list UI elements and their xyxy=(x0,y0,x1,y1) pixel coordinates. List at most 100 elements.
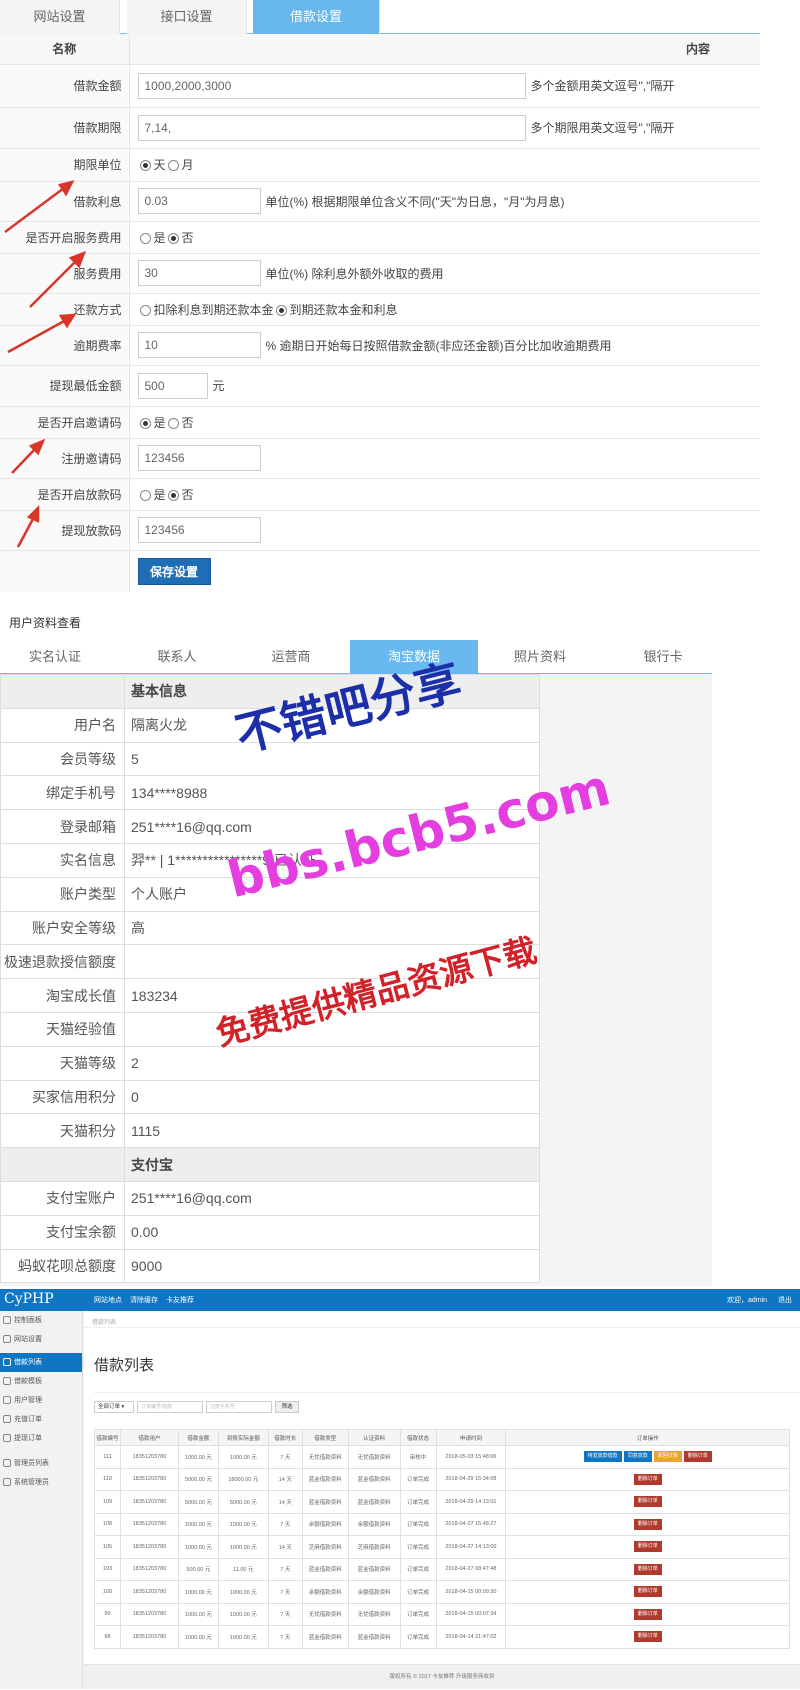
section-spacer xyxy=(0,1147,125,1182)
order-search-input[interactable]: 订单编号/借款 xyxy=(137,1401,203,1413)
filter-button[interactable]: 筛选 xyxy=(275,1401,299,1413)
column-header: 到账实际金额 xyxy=(217,1429,269,1446)
release-radio-yes[interactable] xyxy=(139,489,151,501)
invite-code-label: 注册邀请码 xyxy=(0,438,130,479)
table-cell: 7 天 xyxy=(267,1625,303,1649)
min-withdraw-unit: 元 xyxy=(212,379,225,393)
period-input[interactable]: 7,14, xyxy=(137,114,526,141)
table-cell: 订单完成 xyxy=(399,1625,437,1649)
table-cell: 芝麻借款资料 xyxy=(301,1535,349,1559)
sidebar-item[interactable]: 系统管理员 xyxy=(0,1473,82,1492)
topnav-recommend[interactable]: 卡友推荐 xyxy=(166,1295,194,1305)
invite-code-input[interactable]: 123456 xyxy=(137,445,261,471)
table-cell: 18351203780 xyxy=(119,1535,179,1559)
table-cell: 18351203780 xyxy=(119,1625,179,1649)
admin-logo: CyPHP xyxy=(4,1291,54,1307)
release-yes-label: 是 xyxy=(153,487,166,502)
table-cell: 无忧借款资料 xyxy=(301,1602,349,1626)
table-cell: 1000.00 元 xyxy=(217,1602,269,1626)
tab-contacts[interactable]: 联系人 xyxy=(122,640,232,674)
amount-hint: 多个金额用英文逗号","隔开 xyxy=(530,79,675,93)
topnav-clear-cache[interactable]: 清除缓存 xyxy=(130,1295,158,1305)
profile-row: 账户安全等级高 xyxy=(0,910,540,946)
delete-order-button[interactable]: 删除订单 xyxy=(633,1518,662,1530)
sidebar-item[interactable]: 提现订单 xyxy=(0,1429,82,1448)
table-cell: 7 天 xyxy=(267,1512,303,1536)
logout-link[interactable]: 退出 xyxy=(778,1295,792,1305)
sidebar-item-label: 充值订单 xyxy=(14,1416,42,1423)
order-action-button[interactable]: 待发放款借款 xyxy=(583,1451,622,1463)
table-cell: 7 天 xyxy=(267,1580,303,1604)
unit-radio-month[interactable] xyxy=(167,160,179,172)
tab-loan-settings[interactable]: 借款设置 xyxy=(253,0,380,34)
table-cell: 蓝金借款资料 xyxy=(301,1625,349,1649)
delete-order-button[interactable]: 删除订单 xyxy=(633,1473,662,1485)
service-fee-input[interactable]: 30 xyxy=(137,260,261,286)
sidebar-item[interactable]: 用户管理 xyxy=(0,1391,82,1410)
profile-key: 绑定手机号 xyxy=(0,775,125,811)
table-cell: 无忧借款资料 xyxy=(301,1445,349,1469)
delete-order-button[interactable]: 删除订单 xyxy=(633,1496,662,1508)
order-action-button[interactable]: 同意放款 xyxy=(623,1451,652,1463)
order-action-button[interactable]: 驳回订单 xyxy=(653,1451,682,1463)
table-cell: 无忧借款资料 xyxy=(347,1602,401,1626)
tab-carrier[interactable]: 运营商 xyxy=(236,640,346,674)
table-cell: 蓝金借款资料 xyxy=(347,1467,401,1491)
topnav-site[interactable]: 网站地点 xyxy=(94,1295,122,1305)
delete-order-button[interactable]: 删除订单 xyxy=(633,1586,662,1598)
column-header: 借款类型 xyxy=(301,1429,349,1446)
period-hint: 多个期限用英文逗号","隔开 xyxy=(530,121,675,135)
action-cell: 删除订单 xyxy=(505,1512,790,1536)
service-radio-no[interactable] xyxy=(167,232,179,244)
profile-value: 0.00 xyxy=(124,1214,540,1250)
profile-key: 账户安全等级 xyxy=(0,910,125,946)
tab-realname[interactable]: 实名认证 xyxy=(0,640,110,674)
repay-opt2-label: 到期还款本金和利息 xyxy=(289,302,398,317)
unit-month-label: 月 xyxy=(181,158,194,172)
profile-key: 天猫经验值 xyxy=(0,1011,125,1047)
release-code-input[interactable]: 123456 xyxy=(137,517,261,543)
sidebar-item[interactable]: 充值订单 xyxy=(0,1410,82,1429)
tab-photos[interactable]: 照片资料 xyxy=(485,640,595,674)
status-select[interactable]: 全部订单 ▾ xyxy=(94,1401,134,1413)
table-cell: 2018-04-27 15:48:27 xyxy=(435,1512,507,1536)
delete-order-button[interactable]: 删除订单 xyxy=(633,1631,662,1643)
min-withdraw-input[interactable]: 500 xyxy=(137,372,208,399)
table-cell: 订单完成 xyxy=(399,1490,437,1514)
tab-bankcard[interactable]: 银行卡 xyxy=(608,640,718,674)
delete-order-button[interactable]: 删除订单 xyxy=(633,1563,662,1575)
invite-radio-yes[interactable] xyxy=(139,417,151,429)
sidebar-item[interactable]: 管理员列表 xyxy=(0,1454,82,1473)
delete-order-button[interactable]: 删除订单 xyxy=(633,1541,662,1553)
column-header: 借款编号 xyxy=(94,1429,121,1446)
invite-radio-no[interactable] xyxy=(167,417,179,429)
table-cell: 11.00 元 xyxy=(217,1557,269,1581)
sidebar-item[interactable]: 借款模板 xyxy=(0,1372,82,1391)
tab-api-settings[interactable]: 接口设置 xyxy=(127,0,247,34)
tab-site-settings[interactable]: 网站设置 xyxy=(0,0,120,34)
profile-row: 天猫积分 1115 xyxy=(0,1113,540,1149)
profile-key: 天猫积分 xyxy=(0,1113,125,1149)
amount-input[interactable]: 1000,2000,3000 xyxy=(137,72,526,99)
sidebar-item[interactable]: 控制面板 xyxy=(0,1311,82,1330)
overdue-input[interactable]: 10 xyxy=(137,332,261,358)
table-cell: 订单完成 xyxy=(399,1512,437,1536)
profile-key: 支付宝账户 xyxy=(0,1180,125,1216)
phone-search-input[interactable]: 注册手机号 xyxy=(206,1401,272,1413)
action-cell: 删除订单 xyxy=(505,1490,790,1514)
sidebar-item[interactable]: 网站设置 xyxy=(0,1330,82,1349)
table-row: 100 18351203780 1000.00 元 1000.00 元7 天余额借款资… xyxy=(94,1580,790,1604)
service-radio-yes[interactable] xyxy=(139,232,151,244)
repay-radio-1[interactable] xyxy=(139,304,151,316)
table-cell: 5000.00 元 xyxy=(177,1490,219,1514)
save-settings-button[interactable]: 保存设置 xyxy=(137,557,211,585)
unit-radio-day[interactable] xyxy=(139,160,151,172)
sidebar-item[interactable]: 借款列表 xyxy=(0,1353,82,1372)
delete-order-button[interactable]: 删除订单 xyxy=(633,1608,662,1620)
repay-radio-2[interactable] xyxy=(275,304,287,316)
unit-day-label: 天 xyxy=(153,158,166,172)
order-action-button[interactable]: 删除订单 xyxy=(683,1451,712,1463)
interest-input[interactable]: 0.03 xyxy=(137,188,261,214)
release-radio-no[interactable] xyxy=(167,489,179,501)
profile-row: 天猫等级 2 xyxy=(0,1045,540,1081)
